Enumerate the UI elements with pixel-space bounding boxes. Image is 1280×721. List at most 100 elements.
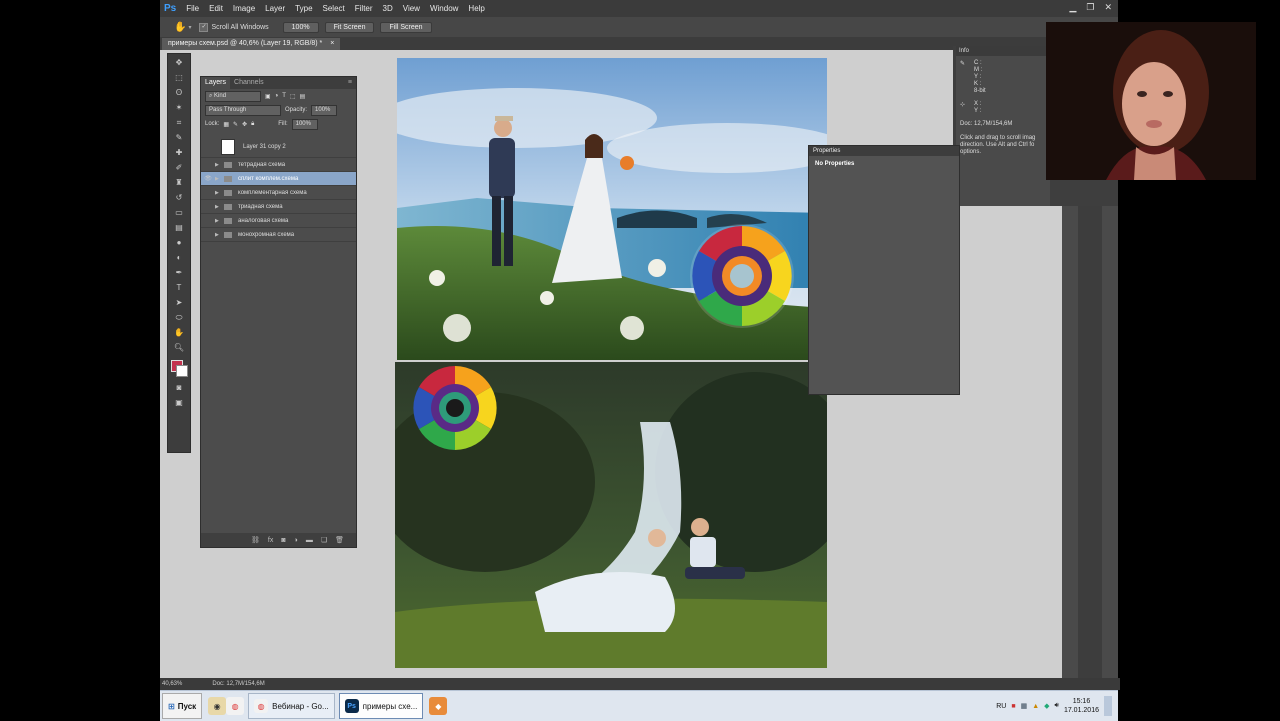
screen-mode-icon[interactable]: ▣: [172, 397, 186, 409]
adjustment-layer-icon[interactable]: ◑: [294, 537, 298, 544]
layer-group-row[interactable]: ▶ монохромная схема: [201, 228, 356, 242]
magic-wand-tool-icon[interactable]: ✶: [172, 102, 186, 114]
lock-all-icon[interactable]: 🔒︎: [251, 121, 254, 128]
blend-mode-select[interactable]: Pass Through: [205, 104, 281, 116]
path-selection-tool-icon[interactable]: ➤: [172, 297, 186, 309]
start-button[interactable]: ⊞ Пуск: [162, 693, 203, 719]
document-tab[interactable]: примеры схем.psd @ 40,6% (Layer 19, RGB/…: [162, 38, 341, 50]
restore-icon[interactable]: ❐: [1086, 2, 1094, 13]
menu-help[interactable]: Help: [468, 4, 484, 13]
layer-group-row[interactable]: ▶ аналоговая схема: [201, 214, 356, 228]
chevron-down-icon[interactable]: ▾: [188, 24, 191, 31]
expand-arrow-icon[interactable]: ▶: [215, 218, 224, 224]
lasso-tool-icon[interactable]: ʘ: [172, 87, 186, 99]
pen-tool-icon[interactable]: ✒: [172, 267, 186, 279]
menu-file[interactable]: File: [186, 4, 199, 13]
kind-filter-select[interactable]: ⌕ Kind: [205, 90, 261, 102]
clock[interactable]: 15:16 17.01.2016: [1064, 697, 1099, 715]
menu-select[interactable]: Select: [323, 4, 345, 13]
menu-edit[interactable]: Edit: [209, 4, 223, 13]
close-tab-icon[interactable]: ×: [330, 38, 334, 50]
zoom-100-button[interactable]: 100%: [282, 21, 319, 33]
zoom-tool-icon[interactable]: 🔍︎: [172, 342, 186, 354]
menu-window[interactable]: Window: [430, 4, 458, 13]
eraser-tool-icon[interactable]: ▭: [172, 207, 186, 219]
expand-arrow-icon[interactable]: ▶: [215, 190, 224, 196]
app-icon[interactable]: ◆: [429, 697, 448, 715]
lock-transparent-icon[interactable]: ▦: [223, 121, 229, 128]
new-layer-icon[interactable]: ❏: [321, 536, 327, 544]
fill-input[interactable]: 100%: [291, 118, 318, 130]
tab-channels[interactable]: Channels: [230, 77, 268, 89]
healing-tool-icon[interactable]: ✚: [172, 147, 186, 159]
filter-pixel-icon[interactable]: ▣: [265, 93, 271, 100]
eyedropper-icon[interactable]: ✎: [960, 60, 970, 95]
stamp-tool-icon[interactable]: ♜: [172, 177, 186, 189]
minimize-icon[interactable]: ▁: [1069, 2, 1076, 13]
menu-layer[interactable]: Layer: [265, 4, 285, 13]
visibility-eye-icon[interactable]: 👁︎: [201, 175, 215, 182]
crop-tool-icon[interactable]: ⌗: [172, 117, 186, 129]
layer-group-name: монохромная схема: [238, 231, 295, 238]
menu-view[interactable]: View: [403, 4, 420, 13]
volume-icon[interactable]: 🔊︎: [1055, 702, 1059, 710]
expand-arrow-icon[interactable]: ▶: [215, 204, 224, 210]
add-mask-icon[interactable]: ◙: [281, 537, 285, 544]
filter-adjustment-icon[interactable]: ◑: [275, 93, 279, 99]
scroll-all-windows-checkbox[interactable]: ✓ Scroll All Windows: [199, 22, 269, 32]
network-icon[interactable]: ▦: [1021, 702, 1028, 710]
hand-tool-icon[interactable]: ✋: [172, 327, 186, 339]
fill-screen-button[interactable]: Fill Screen: [380, 21, 432, 33]
history-brush-tool-icon[interactable]: ↺: [172, 192, 186, 204]
language-indicator[interactable]: RU: [996, 703, 1006, 710]
filter-smart-object-icon[interactable]: ▤: [300, 93, 306, 100]
menu-filter[interactable]: Filter: [355, 4, 373, 13]
show-desktop-icon[interactable]: [1104, 696, 1112, 716]
fx-icon[interactable]: fx: [268, 537, 273, 544]
taskbar-item-webinar[interactable]: ◍ Вебинар - Go...: [248, 693, 335, 719]
panel-menu-icon[interactable]: ≡: [344, 77, 356, 89]
browser-eye-icon[interactable]: ◉: [208, 697, 227, 715]
expand-arrow-icon[interactable]: ▶: [215, 232, 224, 238]
close-icon[interactable]: ✕: [1104, 2, 1112, 13]
eyedropper-tool-icon[interactable]: ✎: [172, 132, 186, 144]
move-tool-icon[interactable]: ✥: [172, 57, 186, 69]
tray-app-icon[interactable]: ■: [1011, 703, 1015, 710]
fit-screen-button[interactable]: Fit Screen: [324, 21, 375, 33]
tab-layers[interactable]: Layers: [201, 77, 231, 89]
foreground-background-colors[interactable]: [171, 360, 188, 377]
lock-position-icon[interactable]: ✥: [242, 121, 247, 128]
layer-group-row[interactable]: ▶ триадная схема: [201, 200, 356, 214]
tray-security-icon[interactable]: ◆: [1044, 702, 1049, 710]
menu-image[interactable]: Image: [233, 4, 255, 13]
tray-alert-icon[interactable]: ▲: [1032, 703, 1039, 710]
brush-tool-icon[interactable]: ✐: [172, 162, 186, 174]
filter-type-icon[interactable]: T: [282, 93, 286, 99]
hand-tool-icon[interactable]: ✋: [174, 22, 186, 33]
blur-tool-icon[interactable]: ●: [172, 237, 186, 249]
shape-tool-icon[interactable]: ⬭: [172, 312, 186, 324]
gradient-tool-icon[interactable]: ▤: [172, 222, 186, 234]
quick-mask-icon[interactable]: ◙: [172, 382, 186, 394]
marquee-tool-icon[interactable]: ⬚: [172, 72, 186, 84]
zoom-level[interactable]: 40,63%: [162, 681, 182, 687]
menu-type[interactable]: Type: [295, 4, 312, 13]
background-color-swatch[interactable]: [176, 365, 188, 377]
menu-3d[interactable]: 3D: [383, 4, 393, 13]
new-group-icon[interactable]: ▬: [306, 537, 313, 544]
trash-icon[interactable]: 🗑︎: [335, 536, 344, 544]
lock-image-icon[interactable]: ✎: [233, 121, 238, 128]
layer-group-row-selected[interactable]: 👁︎ ▶ сплит комплем.схема: [201, 172, 356, 186]
chrome-icon[interactable]: ◍: [226, 697, 245, 715]
filter-shape-icon[interactable]: ⬚: [290, 93, 296, 100]
expand-arrow-icon[interactable]: ▶: [215, 162, 224, 168]
layer-row-top[interactable]: Layer 31 copy 2: [201, 137, 356, 158]
opacity-input[interactable]: 100%: [311, 104, 338, 116]
taskbar-item-photoshop[interactable]: Ps примеры схе...: [338, 693, 424, 719]
dodge-tool-icon[interactable]: ◐: [172, 252, 186, 264]
layer-group-row[interactable]: ▶ тетрадная схема: [201, 158, 356, 172]
layer-group-row[interactable]: ▶ комплементарная схема: [201, 186, 356, 200]
expand-arrow-icon[interactable]: ▶: [215, 176, 224, 182]
link-layers-icon[interactable]: ⛓: [251, 536, 260, 544]
type-tool-icon[interactable]: T: [172, 282, 186, 294]
